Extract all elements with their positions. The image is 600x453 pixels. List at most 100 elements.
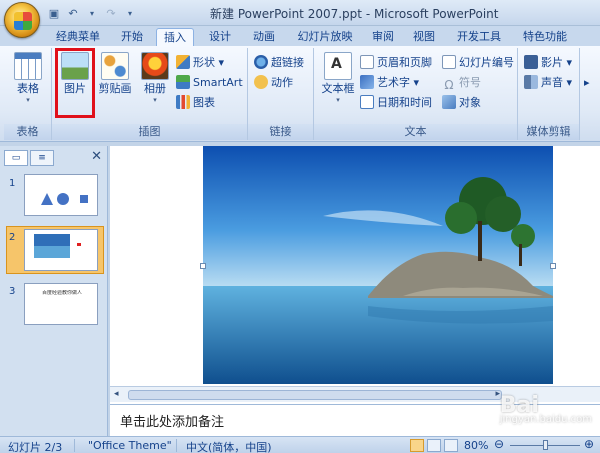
- title-bar: ▣ ↶ ▾ ↷ ▾ 新建 PowerPoint 2007.ppt - Micro…: [0, 0, 600, 38]
- pane-tabs: ▭ ≡ ✕: [4, 150, 104, 166]
- slide-picture[interactable]: [203, 146, 553, 384]
- slide1-shapes: [41, 193, 88, 205]
- dropdown-arrow-icon[interactable]: ▾: [84, 5, 100, 21]
- slide-sorter-view-button[interactable]: [427, 439, 441, 452]
- tab-view[interactable]: 视图: [406, 28, 442, 46]
- textbox-button[interactable]: A 文本框 ▾: [318, 52, 358, 104]
- speaker-icon: [524, 75, 538, 89]
- dropdown-arrow-icon: ▾: [153, 96, 157, 104]
- tree-canopy: [445, 202, 477, 234]
- slideshow-view-button[interactable]: [444, 439, 458, 452]
- normal-view-button[interactable]: [410, 439, 424, 452]
- tab-slideshow[interactable]: 幻灯片放映: [290, 28, 360, 46]
- ribbon-tabs: 经典菜单 开始 插入 设计 动画 幻灯片放映 审阅 视图 开发工具 特色功能: [0, 26, 600, 46]
- slide-number: 2: [9, 232, 16, 243]
- date-time-button[interactable]: 日期和时间: [360, 94, 432, 112]
- status-separator: [74, 439, 75, 452]
- tree-canopy: [511, 224, 535, 248]
- zoom-in-icon[interactable]: ⊕: [584, 437, 594, 451]
- tab-design[interactable]: 设计: [200, 28, 240, 46]
- slide-thumbnail-2[interactable]: [24, 229, 98, 271]
- island-photo: [203, 146, 553, 384]
- baidu-watermark: Bai jingyan.baidu.com: [499, 393, 592, 425]
- photo-album-button[interactable]: 相册 ▾: [136, 52, 174, 104]
- slide-number: 1: [9, 178, 16, 189]
- dropdown-arrow-icon: ▾: [26, 96, 30, 104]
- outline-tab[interactable]: ≡: [30, 150, 54, 166]
- zoom-out-icon[interactable]: ⊖: [494, 437, 504, 451]
- slides-pane: ▭ ≡ ✕ 1 2 3 百度经验教你做人: [0, 146, 108, 436]
- zoom-slider-thumb[interactable]: [543, 440, 548, 450]
- tab-developer[interactable]: 开发工具: [448, 28, 510, 46]
- language[interactable]: 中文(简体，中国): [186, 439, 272, 453]
- slide-number-icon: [442, 55, 456, 69]
- clipart-button[interactable]: 剪贴画: [96, 52, 134, 96]
- tab-review[interactable]: 审阅: [364, 28, 402, 46]
- header-footer-button[interactable]: 页眉和页脚: [360, 54, 432, 72]
- group-overflow: ▸: [580, 48, 600, 140]
- triangle-shape: [41, 193, 53, 205]
- resize-handle[interactable]: [550, 263, 556, 269]
- chart-button[interactable]: 图表: [176, 94, 215, 112]
- tab-animations[interactable]: 动画: [244, 28, 284, 46]
- status-separator: [176, 439, 177, 452]
- group-media-clips: 影片 ▾ 声音 ▾ 媒体剪辑: [518, 48, 580, 140]
- customize-qat-icon[interactable]: ▾: [122, 5, 138, 21]
- overflow-arrow-icon[interactable]: ▸: [584, 74, 590, 92]
- tab-insert[interactable]: 插入: [156, 28, 194, 46]
- notes-placeholder: 单击此处添加备注: [120, 415, 225, 430]
- slide-editor[interactable]: ◂ ▸: [110, 146, 600, 404]
- smartart-button[interactable]: SmartArt: [176, 74, 243, 92]
- shapes-button[interactable]: 形状 ▾: [176, 54, 224, 72]
- tab-classic-menu[interactable]: 经典菜单: [48, 28, 108, 46]
- slides-tab[interactable]: ▭: [4, 150, 28, 166]
- photo-album-icon: [141, 52, 169, 80]
- slide-thumbnail-1[interactable]: [24, 174, 98, 216]
- slide-position: 幻灯片 2/3: [8, 441, 63, 453]
- symbol-button[interactable]: Ω 符号: [442, 74, 481, 92]
- circle-shape: [57, 193, 69, 205]
- hyperlink-button[interactable]: 超链接: [254, 54, 304, 72]
- sound-button[interactable]: 声音 ▾: [524, 74, 572, 92]
- slide-thumbnail-3[interactable]: 百度经验教你做人: [24, 283, 98, 325]
- tab-special-features[interactable]: 特色功能: [514, 28, 576, 46]
- theme-name: "Office Theme": [88, 439, 172, 452]
- resize-handle[interactable]: [200, 263, 206, 269]
- table-button[interactable]: 表格 ▾: [9, 52, 47, 104]
- tab-home[interactable]: 开始: [112, 28, 152, 46]
- scroll-left-icon[interactable]: ◂: [114, 389, 119, 399]
- picture-highlight-box: [55, 48, 95, 118]
- movie-button[interactable]: 影片 ▾: [524, 54, 572, 72]
- redo-icon[interactable]: ↷: [103, 5, 119, 21]
- object-button[interactable]: 对象: [442, 94, 481, 112]
- slide3-text: 百度经验教你做人: [41, 290, 82, 296]
- wordart-icon: [360, 75, 374, 89]
- slide-number: 3: [9, 286, 16, 297]
- wordart-button[interactable]: 艺术字 ▾: [360, 74, 419, 92]
- action-icon: [254, 75, 268, 89]
- slide-number-button[interactable]: 幻灯片编号: [442, 54, 514, 72]
- tree-trunk: [478, 221, 482, 261]
- clipart-icon: [101, 52, 129, 80]
- slide2-picture: [34, 234, 70, 258]
- movie-icon: [524, 55, 538, 69]
- chart-icon: [176, 95, 190, 109]
- scrollbar-thumb[interactable]: [128, 390, 502, 400]
- action-button[interactable]: 动作: [254, 74, 293, 92]
- office-button[interactable]: [4, 2, 40, 38]
- close-icon[interactable]: ✕: [91, 150, 102, 164]
- save-icon[interactable]: ▣: [46, 5, 62, 21]
- undo-icon[interactable]: ↶: [65, 5, 81, 21]
- status-bar: 幻灯片 2/3 "Office Theme" 中文(简体，中国) 80% ⊖ ⊕: [0, 436, 600, 453]
- table-icon: [14, 52, 42, 80]
- shapes-icon: [176, 55, 190, 69]
- calendar-icon: [360, 95, 374, 109]
- group-tables: 表格 ▾ 表格: [4, 48, 52, 140]
- group-links: 超链接 动作 链接: [248, 48, 314, 140]
- omega-icon: Ω: [444, 78, 454, 92]
- zoom-level[interactable]: 80%: [464, 439, 488, 452]
- group-text: A 文本框 ▾ 页眉和页脚 艺术字 ▾ 日期和时间 幻灯片编号 Ω 符号 对象 文…: [314, 48, 518, 140]
- office-logo-icon: [14, 12, 32, 30]
- square-shape: [80, 195, 88, 203]
- smartart-icon: [176, 75, 190, 89]
